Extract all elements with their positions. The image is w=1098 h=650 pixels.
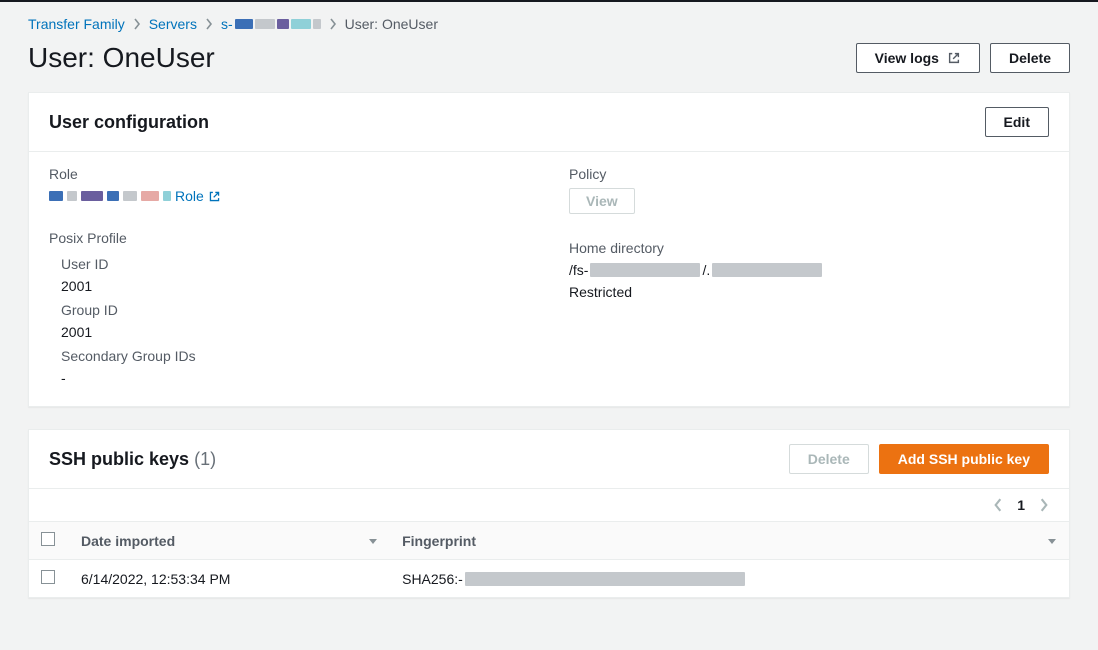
secondary-gids-value: - — [61, 370, 529, 386]
home-directory-prefix: /fs- — [569, 262, 588, 278]
group-id-label: Group ID — [61, 302, 529, 318]
ssh-keys-count: (1) — [194, 449, 216, 469]
delete-key-button[interactable]: Delete — [789, 444, 869, 474]
breadcrumb-servers[interactable]: Servers — [149, 16, 197, 32]
chevron-right-icon — [205, 18, 213, 30]
ssh-public-keys-panel: SSH public keys (1) Delete Add SSH publi… — [28, 429, 1070, 598]
breadcrumb-server-id[interactable]: s- — [221, 16, 321, 32]
ssh-keys-title: SSH public keys — [49, 449, 189, 469]
role-link[interactable]: Role — [175, 188, 221, 204]
secondary-gids-label: Secondary Group IDs — [61, 348, 529, 364]
posix-profile-label: Posix Profile — [49, 230, 529, 246]
ssh-keys-table: Date imported Fingerprint — [29, 521, 1069, 597]
user-id-label: User ID — [61, 256, 529, 272]
sort-icon[interactable] — [1047, 536, 1057, 546]
user-configuration-title: User configuration — [49, 112, 209, 133]
breadcrumb-server-id-prefix: s- — [221, 16, 233, 32]
row-fingerprint-prefix: SHA256:- — [402, 571, 463, 587]
row-checkbox[interactable] — [41, 570, 55, 584]
user-id-value: 2001 — [61, 278, 529, 294]
role-label: Role — [49, 166, 529, 182]
col-fingerprint[interactable]: Fingerprint — [402, 533, 476, 549]
breadcrumb-current: User: OneUser — [345, 16, 438, 32]
policy-label: Policy — [569, 166, 1049, 182]
page-next-button[interactable] — [1039, 498, 1049, 512]
col-date-imported[interactable]: Date imported — [81, 533, 175, 549]
role-link-label: Role — [175, 188, 204, 204]
breadcrumb: Transfer Family Servers s- User: OneUser — [28, 16, 1070, 32]
external-link-icon — [208, 190, 221, 203]
page-title: User: OneUser — [28, 42, 215, 74]
policy-view-button[interactable]: View — [569, 188, 635, 214]
view-logs-label: View logs — [875, 50, 939, 66]
delete-user-button[interactable]: Delete — [990, 43, 1070, 73]
external-link-icon — [947, 51, 961, 65]
page-prev-button[interactable] — [993, 498, 1003, 512]
group-id-value: 2001 — [61, 324, 529, 340]
user-configuration-panel: User configuration Edit Role — [28, 92, 1070, 407]
breadcrumb-transfer-family[interactable]: Transfer Family — [28, 16, 125, 32]
home-directory-mid: /. — [702, 262, 710, 278]
home-directory-restricted: Restricted — [569, 284, 1049, 300]
chevron-right-icon — [133, 18, 141, 30]
chevron-right-icon — [329, 18, 337, 30]
edit-button[interactable]: Edit — [985, 107, 1049, 137]
add-ssh-public-key-button[interactable]: Add SSH public key — [879, 444, 1049, 474]
table-row[interactable]: 6/14/2022, 12:53:34 PM SHA256:- — [29, 560, 1069, 598]
view-logs-button[interactable]: View logs — [856, 43, 980, 73]
row-date-imported: 6/14/2022, 12:53:34 PM — [69, 560, 390, 598]
select-all-checkbox[interactable] — [41, 532, 55, 546]
sort-icon[interactable] — [368, 536, 378, 546]
home-directory-label: Home directory — [569, 240, 1049, 256]
page-number: 1 — [1017, 497, 1025, 513]
